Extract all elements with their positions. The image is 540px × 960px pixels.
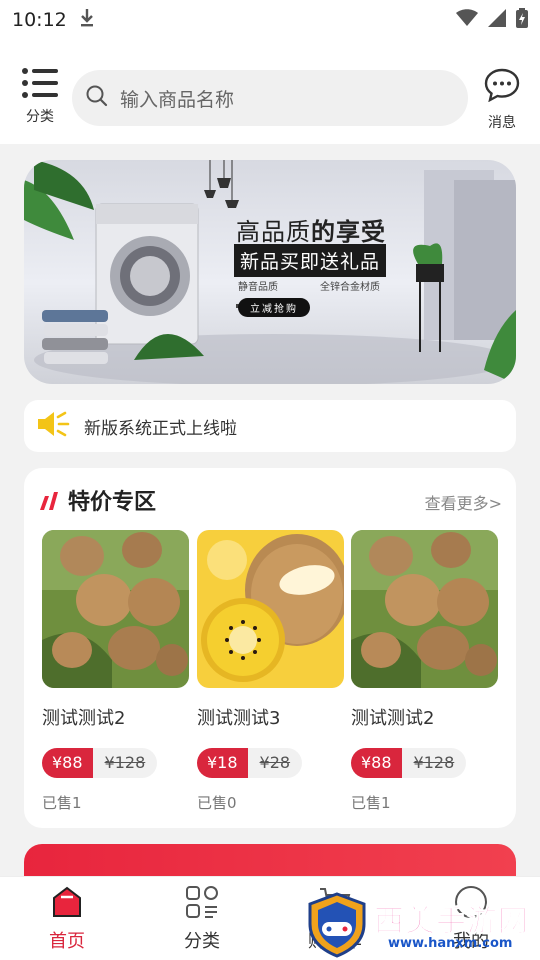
current-price: ¥88: [42, 748, 93, 778]
notice-bar[interactable]: 新版系统正式上线啦: [24, 400, 516, 452]
wifi-icon: [456, 9, 478, 31]
message-label: 消息: [488, 115, 516, 131]
status-time: 10:12: [12, 9, 67, 31]
banner-feature-1: 静音品质: [238, 282, 278, 293]
current-price: ¥18: [197, 748, 248, 778]
category-menu-label: 分类: [26, 109, 54, 125]
nav-category-label: 分类: [184, 931, 220, 952]
cellular-icon: [488, 9, 506, 31]
banner-feature-2: 全锌合金材质: [320, 282, 380, 293]
notice-text: 新版系统正式上线啦: [84, 418, 237, 439]
product-name: 测试测试2: [42, 708, 126, 729]
sold-count: 已售0: [197, 794, 237, 812]
watermark-url: www.hanxm.com: [388, 936, 513, 951]
nav-home[interactable]: 首页: [32, 885, 102, 953]
original-price: ¥28: [247, 748, 303, 778]
watermark-name: 西美手游网: [374, 904, 529, 940]
section-header: 特价专区 查看更多>: [24, 484, 516, 518]
price-tag: ¥18 ¥28: [197, 748, 344, 778]
price-tag: ¥88 ¥128: [42, 748, 189, 778]
product-image: [351, 530, 498, 688]
list-menu-icon: [22, 68, 58, 102]
battery-icon: [516, 8, 528, 32]
header: 分类 输入商品名称 消息: [0, 40, 540, 144]
slash-icon: [38, 490, 60, 516]
section-title: 特价专区: [68, 490, 157, 515]
category-menu-button[interactable]: 分类: [18, 68, 62, 126]
site-watermark: 西美手游网 www.hanxm.com: [300, 892, 540, 960]
price-tag: ¥88 ¥128: [351, 748, 498, 778]
view-more-link[interactable]: 查看更多>: [425, 490, 502, 514]
current-price: ¥88: [351, 748, 402, 778]
download-icon: [79, 8, 95, 32]
message-button[interactable]: 消息: [480, 68, 524, 132]
product-card[interactable]: 测试测试2 ¥88 ¥128 已售1: [42, 530, 189, 813]
promo-banner[interactable]: 高品质的享受 新品买即送礼品 静音品质 全锌合金材质 立减抢购: [24, 160, 516, 384]
sold-count: 已售1: [351, 794, 391, 812]
banner-subtitle: 新品买即送礼品: [234, 244, 387, 277]
grid-icon: [185, 885, 219, 923]
gamepad-shield-icon: [304, 892, 370, 960]
search-icon: [86, 85, 108, 111]
original-price: ¥128: [92, 748, 158, 778]
product-image: [197, 530, 344, 688]
banner-title: 高品质的享受: [236, 218, 386, 246]
sold-count: 已售1: [42, 794, 82, 812]
product-name: 测试测试3: [197, 708, 281, 729]
search-placeholder: 输入商品名称: [120, 88, 235, 111]
status-bar: 10:12: [0, 0, 540, 40]
product-name: 测试测试2: [351, 708, 435, 729]
banner-buy-button[interactable]: 立减抢购: [238, 298, 310, 317]
special-offer-section: 特价专区 查看更多> 测试测试2 ¥88 ¥128 已售1 测试测试3 ¥18 …: [24, 468, 516, 828]
product-image: [42, 530, 189, 688]
nav-category[interactable]: 分类: [167, 885, 237, 953]
home-icon: [50, 885, 84, 923]
original-price: ¥128: [401, 748, 467, 778]
nav-home-label: 首页: [49, 931, 85, 952]
speaker-icon: [38, 411, 70, 441]
product-card[interactable]: 测试测试2 ¥88 ¥128 已售1: [351, 530, 498, 813]
product-card[interactable]: 测试测试3 ¥18 ¥28 已售0: [197, 530, 344, 813]
chat-bubble-icon: [484, 68, 520, 106]
search-input[interactable]: 输入商品名称: [72, 70, 468, 126]
